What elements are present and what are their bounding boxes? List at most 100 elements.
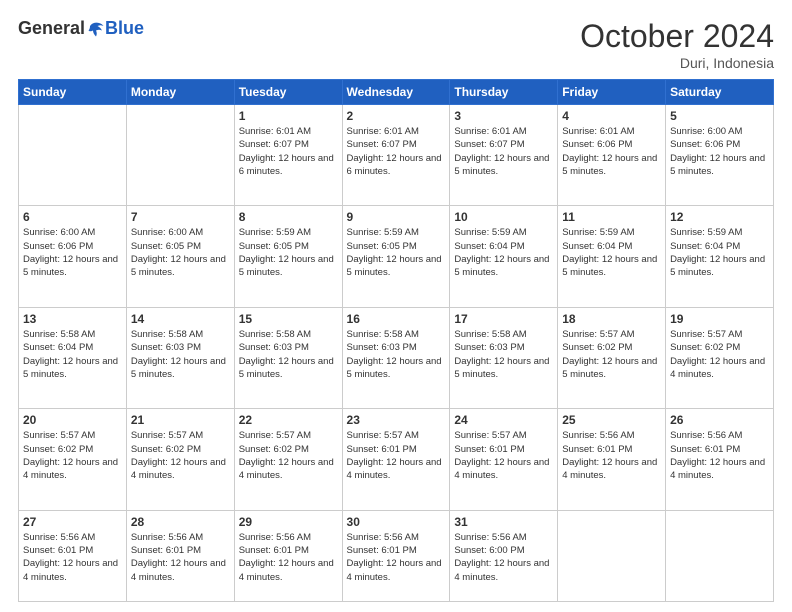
day-number: 19 [670,312,769,326]
day-number: 24 [454,413,553,427]
table-row: 2Sunrise: 6:01 AM Sunset: 6:07 PM Daylig… [342,105,450,206]
logo-text: General Blue [18,18,144,39]
calendar-week-1: 6Sunrise: 6:00 AM Sunset: 6:06 PM Daylig… [19,206,774,307]
table-row [558,510,666,601]
logo-blue: Blue [105,18,144,39]
table-row [19,105,127,206]
table-row: 11Sunrise: 5:59 AM Sunset: 6:04 PM Dayli… [558,206,666,307]
day-number: 31 [454,515,553,529]
day-number: 23 [347,413,446,427]
day-info: Sunrise: 5:56 AM Sunset: 6:01 PM Dayligh… [670,429,769,482]
day-info: Sunrise: 5:58 AM Sunset: 6:03 PM Dayligh… [131,328,230,381]
table-row: 7 Sunrise: 6:00 AM Sunset: 6:05 PM Daylig… [126,206,234,307]
day-number: 28 [131,515,230,529]
table-row: 18Sunrise: 5:57 AM Sunset: 6:02 PM Dayli… [558,307,666,408]
day-number: 10 [454,210,553,224]
table-row: 8Sunrise: 5:59 AM Sunset: 6:05 PM Daylig… [234,206,342,307]
day-info: Sunrise: 6:01 AM Sunset: 6:06 PM Dayligh… [562,125,661,178]
logo-general: General [18,18,85,39]
day-number: 5 [670,109,769,123]
day-number: 13 [23,312,122,326]
table-row: 20 Sunrise: 5:57 AM Sunset: 6:02 PM Dayli… [19,409,127,510]
day-info: Sunrise: 5:56 AM Sunset: 6:01 PM Dayligh… [131,531,230,584]
table-row: 5 Sunrise: 6:00 AM Sunset: 6:06 PM Daylig… [666,105,774,206]
day-info: Sunrise: 6:01 AM Sunset: 6:07 PM Dayligh… [347,125,446,178]
table-row: 25 Sunrise: 5:56 AM Sunset: 6:01 PM Dayli… [558,409,666,510]
table-row: 21 Sunrise: 5:57 AM Sunset: 6:02 PM Dayli… [126,409,234,510]
day-info: Sunrise: 6:01 AM Sunset: 6:07 PM Dayligh… [454,125,553,178]
table-row: 6Sunrise: 6:00 AM Sunset: 6:06 PM Daylig… [19,206,127,307]
calendar: Sunday Monday Tuesday Wednesday Thursday… [18,79,774,602]
calendar-week-4: 27 Sunrise: 5:56 AM Sunset: 6:01 PM Dayli… [19,510,774,601]
day-info: Sunrise: 5:58 AM Sunset: 6:03 PM Dayligh… [239,328,338,381]
table-row: 15 Sunrise: 5:58 AM Sunset: 6:03 PM Dayli… [234,307,342,408]
day-info: Sunrise: 5:59 AM Sunset: 6:04 PM Dayligh… [562,226,661,279]
day-info: Sunrise: 5:57 AM Sunset: 6:02 PM Dayligh… [23,429,122,482]
day-info: Sunrise: 5:56 AM Sunset: 6:01 PM Dayligh… [347,531,446,584]
day-number: 30 [347,515,446,529]
table-row: 22 Sunrise: 5:57 AM Sunset: 6:02 PM Dayli… [234,409,342,510]
day-info: Sunrise: 5:56 AM Sunset: 6:01 PM Dayligh… [562,429,661,482]
day-number: 7 [131,210,230,224]
table-row: 26 Sunrise: 5:56 AM Sunset: 6:01 PM Dayli… [666,409,774,510]
day-number: 9 [347,210,446,224]
logo-bird-icon [87,20,105,38]
table-row: 17Sunrise: 5:58 AM Sunset: 6:03 PM Dayli… [450,307,558,408]
day-info: Sunrise: 5:57 AM Sunset: 6:02 PM Dayligh… [131,429,230,482]
day-info: Sunrise: 6:00 AM Sunset: 6:06 PM Dayligh… [670,125,769,178]
day-number: 21 [131,413,230,427]
day-number: 4 [562,109,661,123]
day-number: 17 [454,312,553,326]
calendar-week-0: 1 Sunrise: 6:01 AM Sunset: 6:07 PM Daylig… [19,105,774,206]
header-tuesday: Tuesday [234,80,342,105]
day-info: Sunrise: 5:58 AM Sunset: 6:03 PM Dayligh… [347,328,446,381]
day-info: Sunrise: 5:57 AM Sunset: 6:01 PM Dayligh… [347,429,446,482]
table-row: 31 Sunrise: 5:56 AM Sunset: 6:00 PM Dayli… [450,510,558,601]
location: Duri, Indonesia [580,55,774,71]
header: General Blue October 2024 Duri, Indonesi… [18,18,774,71]
table-row: 24 Sunrise: 5:57 AM Sunset: 6:01 PM Dayli… [450,409,558,510]
header-monday: Monday [126,80,234,105]
logo: General Blue [18,18,144,39]
table-row: 30 Sunrise: 5:56 AM Sunset: 6:01 PM Dayli… [342,510,450,601]
table-row: 12Sunrise: 5:59 AM Sunset: 6:04 PM Dayli… [666,206,774,307]
table-row: 16 Sunrise: 5:58 AM Sunset: 6:03 PM Dayli… [342,307,450,408]
day-number: 25 [562,413,661,427]
day-info: Sunrise: 5:57 AM Sunset: 6:01 PM Dayligh… [454,429,553,482]
day-info: Sunrise: 5:57 AM Sunset: 6:02 PM Dayligh… [239,429,338,482]
day-number: 14 [131,312,230,326]
table-row: 19 Sunrise: 5:57 AM Sunset: 6:02 PM Dayli… [666,307,774,408]
day-info: Sunrise: 5:59 AM Sunset: 6:05 PM Dayligh… [239,226,338,279]
day-info: Sunrise: 5:56 AM Sunset: 6:01 PM Dayligh… [239,531,338,584]
header-saturday: Saturday [666,80,774,105]
day-number: 16 [347,312,446,326]
table-row: 10Sunrise: 5:59 AM Sunset: 6:04 PM Dayli… [450,206,558,307]
day-info: Sunrise: 6:01 AM Sunset: 6:07 PM Dayligh… [239,125,338,178]
calendar-week-2: 13 Sunrise: 5:58 AM Sunset: 6:04 PM Dayli… [19,307,774,408]
calendar-week-3: 20 Sunrise: 5:57 AM Sunset: 6:02 PM Dayli… [19,409,774,510]
table-row: 1 Sunrise: 6:01 AM Sunset: 6:07 PM Daylig… [234,105,342,206]
day-number: 20 [23,413,122,427]
table-row: 13 Sunrise: 5:58 AM Sunset: 6:04 PM Dayli… [19,307,127,408]
table-row: 23 Sunrise: 5:57 AM Sunset: 6:01 PM Dayli… [342,409,450,510]
day-info: Sunrise: 5:57 AM Sunset: 6:02 PM Dayligh… [670,328,769,381]
day-number: 22 [239,413,338,427]
table-row [666,510,774,601]
table-row [126,105,234,206]
day-number: 27 [23,515,122,529]
day-number: 1 [239,109,338,123]
day-info: Sunrise: 6:00 AM Sunset: 6:05 PM Dayligh… [131,226,230,279]
day-number: 6 [23,210,122,224]
day-info: Sunrise: 5:56 AM Sunset: 6:00 PM Dayligh… [454,531,553,584]
table-row: 28 Sunrise: 5:56 AM Sunset: 6:01 PM Dayli… [126,510,234,601]
table-row: 9 Sunrise: 5:59 AM Sunset: 6:05 PM Daylig… [342,206,450,307]
weekday-header-row: Sunday Monday Tuesday Wednesday Thursday… [19,80,774,105]
day-info: Sunrise: 5:58 AM Sunset: 6:04 PM Dayligh… [23,328,122,381]
day-info: Sunrise: 5:59 AM Sunset: 6:05 PM Dayligh… [347,226,446,279]
month-title: October 2024 [580,18,774,55]
day-number: 15 [239,312,338,326]
header-sunday: Sunday [19,80,127,105]
day-info: Sunrise: 5:57 AM Sunset: 6:02 PM Dayligh… [562,328,661,381]
day-number: 26 [670,413,769,427]
day-info: Sunrise: 5:59 AM Sunset: 6:04 PM Dayligh… [670,226,769,279]
